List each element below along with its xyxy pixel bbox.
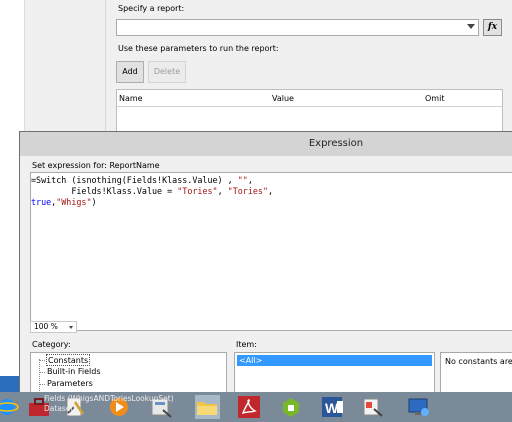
vmware-icon[interactable] (278, 395, 304, 419)
specify-report-label: Specify a report: (118, 4, 185, 13)
code-line: Fields!Klass.Value = "Tories", "Tories", (31, 186, 273, 197)
description-text: No constants are a (445, 357, 512, 366)
word-icon[interactable]: W (320, 395, 346, 419)
background-app-gap (25, 0, 105, 132)
item-label: Item: (236, 340, 257, 349)
category-label: Category: (32, 340, 71, 349)
column-header-value[interactable]: Value (272, 90, 294, 107)
file-explorer-icon[interactable] (194, 395, 220, 419)
code-token: "Tories" (227, 186, 269, 196)
code-token: true (31, 197, 52, 207)
code-token: "Tories" (177, 186, 218, 196)
ie-icon[interactable] (0, 395, 20, 419)
taskbar-overlay-labels: Fields (WhigsANDToriesLookupSet) Dataset… (44, 394, 174, 414)
tree-connector (39, 384, 45, 385)
expression-fx-button[interactable]: fx (483, 19, 502, 36)
report-properties-dialog: Specify a report: fx Use these parameter… (105, 0, 512, 132)
category-item-built-in-fields[interactable]: Built-in Fields (46, 366, 102, 378)
tree-connector (39, 360, 45, 361)
parameter-grid[interactable]: Name Value Omit (116, 89, 503, 132)
zoom-select[interactable]: 100 % (30, 321, 77, 333)
delete-button[interactable]: Delete (148, 61, 186, 83)
code-line: true,"Whigs") (31, 197, 97, 208)
code-token: =Switch (isnothing(Fields!Klass.Value) , (31, 175, 238, 185)
parameters-label: Use these parameters to run the report: (118, 44, 279, 53)
window-title: Expression (308, 138, 364, 149)
code-token: "" (237, 175, 248, 185)
item-all[interactable]: <All> (237, 355, 432, 366)
taskbar-overlay-fields: Fields (WhigsANDToriesLookupSet) (44, 394, 174, 403)
set-expression-label: Set expression for: ReportName (32, 161, 160, 170)
code-token: "Whigs" (56, 197, 92, 207)
category-item-constants[interactable]: Constants (46, 354, 91, 366)
chevron-down-icon[interactable] (69, 326, 73, 329)
expression-code-editor[interactable]: =Switch (isnothing(Fields!Klass.Value) ,… (30, 172, 512, 331)
code-token: , (268, 186, 274, 196)
category-item-parameters[interactable]: Parameters (46, 378, 94, 390)
remote-desktop-icon[interactable] (406, 395, 432, 419)
expression-titlebar[interactable]: Expression (20, 132, 512, 156)
code-token: Fields!Klass.Value = (31, 186, 178, 196)
column-header-omit[interactable]: Omit (425, 90, 444, 107)
acrobat-icon[interactable] (236, 395, 262, 419)
add-button[interactable]: Add (116, 61, 144, 83)
code-token: , (217, 186, 228, 196)
zoom-value: 100 % (34, 322, 58, 331)
background-app-blue-strip (0, 376, 19, 392)
report-select[interactable] (116, 19, 479, 36)
report-tool-icon[interactable] (360, 395, 386, 419)
column-header-name[interactable]: Name (119, 90, 143, 107)
taskbar-overlay-datasets: Datasets (44, 404, 78, 413)
svg-text:W: W (325, 400, 339, 416)
code-token: , (247, 175, 253, 185)
chevron-down-icon[interactable] (467, 24, 475, 29)
tree-connector (39, 372, 45, 373)
code-token: ) (91, 197, 97, 207)
expression-window: Expression Set expression for: ReportNam… (19, 131, 512, 422)
code-line: =Switch (isnothing(Fields!Klass.Value) ,… (31, 175, 253, 186)
